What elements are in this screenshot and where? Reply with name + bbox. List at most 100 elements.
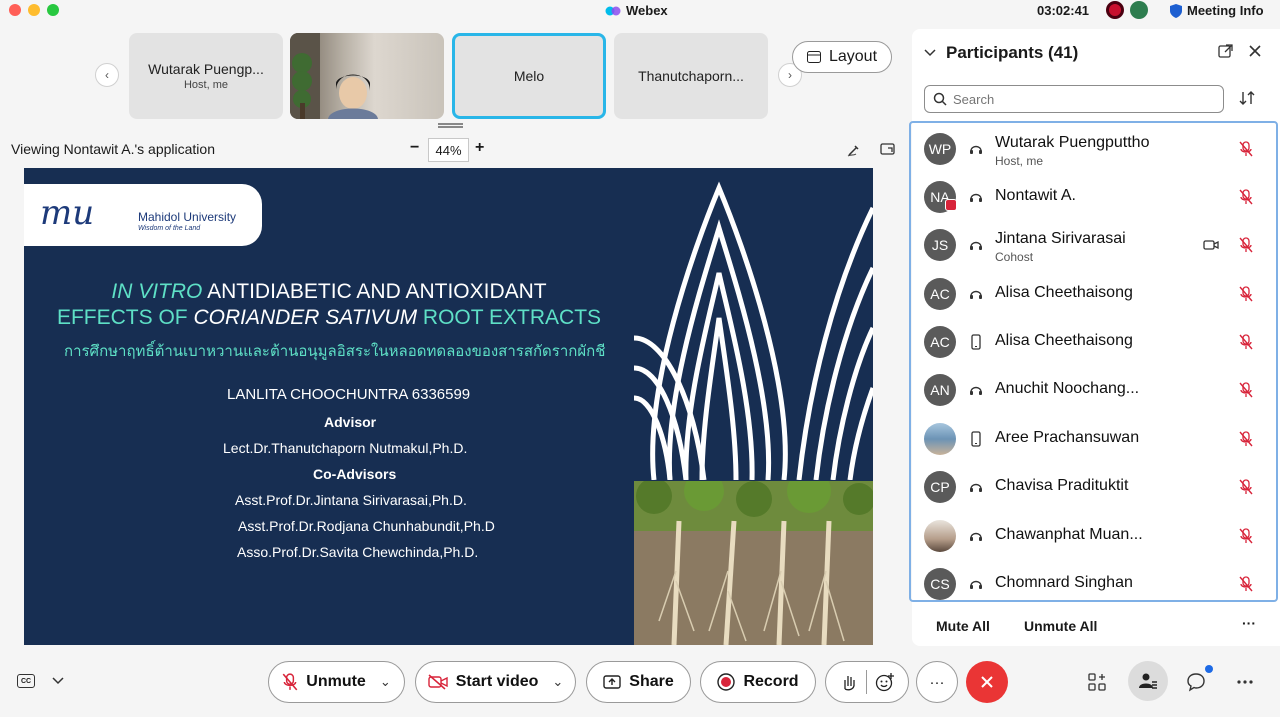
participant-search[interactable] [924,85,1224,113]
participant-row[interactable]: CP Chavisa Pradituktit [911,463,1276,511]
apps-icon[interactable] [1087,672,1107,692]
record-button[interactable]: Record [700,661,816,703]
thumbnail-video[interactable] [290,33,444,119]
close-panel-icon[interactable] [1247,43,1263,59]
avatar: WP [924,133,956,165]
more-icon[interactable] [1235,672,1255,692]
thumbnail-wutarak[interactable]: Wutarak Puengp... Host, me [129,33,283,119]
thumbnail-name: Thanutchaporn... [638,68,744,84]
mic-muted-icon[interactable] [1239,334,1253,350]
participant-name: Nontawit A. [995,187,1076,204]
sort-icon[interactable] [1238,89,1256,107]
share-icon [603,675,621,689]
shared-slide: mu Mahidol University Wisdom of the Land… [24,168,873,645]
phone-icon [971,431,981,447]
mic-muted-icon[interactable] [1239,141,1253,157]
network-stats-icon[interactable] [1130,1,1148,19]
video-off-icon [428,674,448,690]
chat-icon[interactable] [1186,672,1206,692]
participant-row[interactable]: Aree Prachansuwan [911,415,1276,463]
avatar [924,520,956,552]
meeting-info-button[interactable]: Meeting Info [1170,3,1264,18]
advisor-name: Lect.Dr.Thanutchaporn Nutmakul,Ph.D. [223,440,468,456]
recording-indicator-icon[interactable] [1106,1,1124,19]
app-title: Webex [605,3,668,18]
share-button[interactable]: Share [586,661,691,703]
coriander-roots-photo [634,481,873,645]
mic-muted-icon[interactable] [1239,576,1253,592]
participant-row[interactable]: AC Alisa Cheethaisong [911,318,1276,366]
participants-button[interactable] [1128,661,1168,701]
reactions-icon[interactable] [875,672,895,692]
raise-hand-icon[interactable] [840,673,858,691]
mic-muted-icon[interactable] [1239,286,1253,302]
participant-name: Jintana Sirivarasai [995,230,1126,247]
participants-header[interactable]: Participants (41) [924,43,1078,63]
participant-name: Wutarak Puengputtho [995,134,1150,151]
unmute-label: Unmute [306,673,366,690]
camera-icon[interactable] [1203,239,1219,251]
resize-handle[interactable] [438,123,463,128]
chevron-down-icon[interactable]: ⌄ [552,674,563,690]
mic-muted-icon[interactable] [1239,431,1253,447]
slide-title-line1: IN VITRO ANTIDIABETIC AND ANTIOXIDANT [24,280,634,304]
chevron-down-icon[interactable] [52,677,64,685]
participant-name: Alisa Cheethaisong [995,284,1133,301]
author: LANLITA CHOOCHUNTRA 6336599 [227,386,471,403]
mic-muted-icon [282,673,298,691]
mic-muted-icon[interactable] [1239,382,1253,398]
mute-all-button[interactable]: Mute All [936,618,990,634]
title-post-2: ROOT EXTRACTS [417,306,602,329]
captions-icon[interactable]: CC [17,674,35,688]
layout-icon [806,51,821,63]
close-icon [981,676,993,688]
close-window-button[interactable] [9,4,21,16]
participant-row[interactable]: AN Anuchit Noochang... [911,366,1276,414]
participant-row[interactable]: AC Alisa Cheethaisong [911,270,1276,318]
unmute-button[interactable]: Unmute ⌄ [268,661,405,703]
chevron-down-icon[interactable]: ⌄ [380,674,391,690]
title-pre-2: EFFECTS OF [56,306,194,329]
participant-role: Host, me [995,154,1044,168]
start-video-button[interactable]: Start video ⌄ [415,661,576,703]
participant-row[interactable]: NA Nontawit A. [911,173,1276,221]
thumbnail-role: Host, me [183,79,228,91]
chevron-down-icon[interactable] [924,49,936,57]
participant-row[interactable]: JS Jintana Sirivarasai Cohost [911,221,1276,269]
title-italic-2: CORIANDER SATIVUM [193,306,418,329]
headset-icon [970,532,982,541]
zoom-level[interactable]: 44% [428,138,469,162]
zoom-out-button[interactable]: − [410,139,419,157]
participant-video-feed [290,33,378,119]
zoom-in-button[interactable]: + [475,139,484,157]
mic-muted-icon[interactable] [1239,237,1253,253]
minimize-window-button[interactable] [28,4,40,16]
participant-name: Chomnard Singhan [995,574,1133,591]
participants-title: Participants (41) [946,43,1079,62]
thumbnails-prev-button[interactable]: ‹ [95,63,119,87]
mic-muted-icon[interactable] [1239,189,1253,205]
thumbnail-melo[interactable]: Melo [452,33,606,119]
participants-list[interactable]: WP Wutarak Puengputtho Host, me NA Nonta… [909,121,1278,602]
unmute-all-button[interactable]: Unmute All [1024,618,1097,634]
annotate-icon[interactable] [846,142,862,158]
more-options-button[interactable]: ··· [916,661,958,703]
participant-name: Chavisa Pradituktit [995,477,1129,494]
mic-muted-icon[interactable] [1239,479,1253,495]
participant-row[interactable]: Chawanphat Muan... [911,512,1276,560]
viewing-label: Viewing Nontawit A.'s application [11,141,215,157]
panel-more-button[interactable]: ··· [1242,615,1256,631]
participant-row[interactable]: WP Wutarak Puengputtho Host, me [911,125,1276,173]
maximize-window-button[interactable] [47,4,59,16]
participants-panel: Participants (41) WP Wutarak Puengputtho… [909,29,1280,646]
popout-icon[interactable] [880,142,896,158]
participant-row[interactable]: CS Chomnard Singhan [911,560,1276,600]
thumbnail-thanutchaporn[interactable]: Thanutchaporn... [614,33,768,119]
mic-muted-icon[interactable] [1239,528,1253,544]
layout-button[interactable]: Layout [792,41,892,73]
avatar: JS [924,229,956,261]
end-call-button[interactable] [966,661,1008,703]
popout-panel-icon[interactable] [1218,43,1234,59]
participant-name: Aree Prachansuwan [995,429,1140,446]
search-input[interactable] [953,91,1203,107]
